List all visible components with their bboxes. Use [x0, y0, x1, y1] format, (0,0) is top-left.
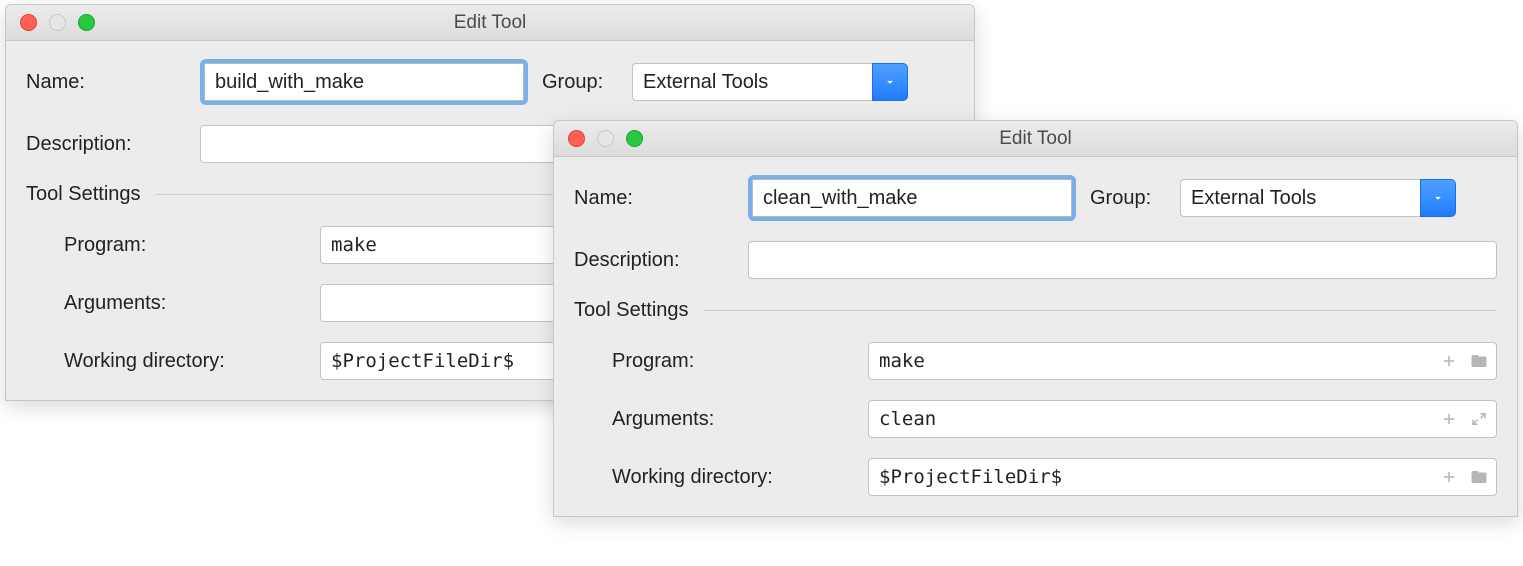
name-input[interactable]	[204, 63, 524, 101]
workdir-input[interactable]	[868, 458, 1497, 496]
insert-macro-icon[interactable]	[1439, 409, 1459, 429]
window-title: Edit Tool	[6, 12, 974, 34]
arguments-input[interactable]	[868, 400, 1497, 438]
titlebar[interactable]: Edit Tool	[554, 121, 1517, 157]
group-value[interactable]: External Tools	[1180, 179, 1420, 217]
workdir-label: Working directory:	[64, 350, 320, 373]
minimize-button[interactable]	[49, 14, 66, 31]
close-button[interactable]	[568, 130, 585, 147]
minimize-button[interactable]	[597, 130, 614, 147]
name-label: Name:	[26, 71, 200, 94]
program-input[interactable]	[868, 342, 1497, 380]
traffic-lights	[6, 14, 95, 31]
description-input[interactable]	[748, 241, 1497, 279]
tool-settings-label: Tool Settings	[26, 183, 141, 206]
group-label: Group:	[1076, 187, 1180, 210]
arguments-label: Arguments:	[612, 408, 868, 431]
tool-settings-heading: Tool Settings	[574, 299, 1497, 322]
close-button[interactable]	[20, 14, 37, 31]
traffic-lights	[554, 130, 643, 147]
name-input[interactable]	[752, 179, 1072, 217]
window-title: Edit Tool	[554, 128, 1517, 150]
chevron-down-icon[interactable]	[1420, 179, 1456, 217]
expand-icon[interactable]	[1469, 409, 1489, 429]
workdir-label: Working directory:	[612, 466, 868, 489]
description-label: Description:	[26, 133, 200, 156]
maximize-button[interactable]	[626, 130, 643, 147]
group-value[interactable]: External Tools	[632, 63, 872, 101]
insert-macro-icon[interactable]	[1439, 467, 1459, 487]
browse-folder-icon[interactable]	[1469, 467, 1489, 487]
group-select[interactable]: External Tools	[1180, 179, 1456, 217]
chevron-down-icon[interactable]	[872, 63, 908, 101]
program-label: Program:	[64, 234, 320, 257]
insert-macro-icon[interactable]	[1439, 351, 1459, 371]
browse-folder-icon[interactable]	[1469, 351, 1489, 371]
group-select[interactable]: External Tools	[632, 63, 908, 101]
name-focus-ring	[748, 175, 1076, 221]
tool-settings-label: Tool Settings	[574, 299, 689, 322]
edit-tool-dialog-2: Edit Tool Name: Group: External Tools De…	[553, 120, 1518, 517]
titlebar[interactable]: Edit Tool	[6, 5, 974, 41]
divider	[703, 310, 1497, 311]
name-focus-ring	[200, 59, 528, 105]
group-label: Group:	[528, 71, 632, 94]
dialog-body: Name: Group: External Tools Description:…	[554, 157, 1517, 516]
description-label: Description:	[574, 249, 748, 272]
arguments-label: Arguments:	[64, 292, 320, 315]
program-label: Program:	[612, 350, 868, 373]
name-label: Name:	[574, 187, 748, 210]
maximize-button[interactable]	[78, 14, 95, 31]
